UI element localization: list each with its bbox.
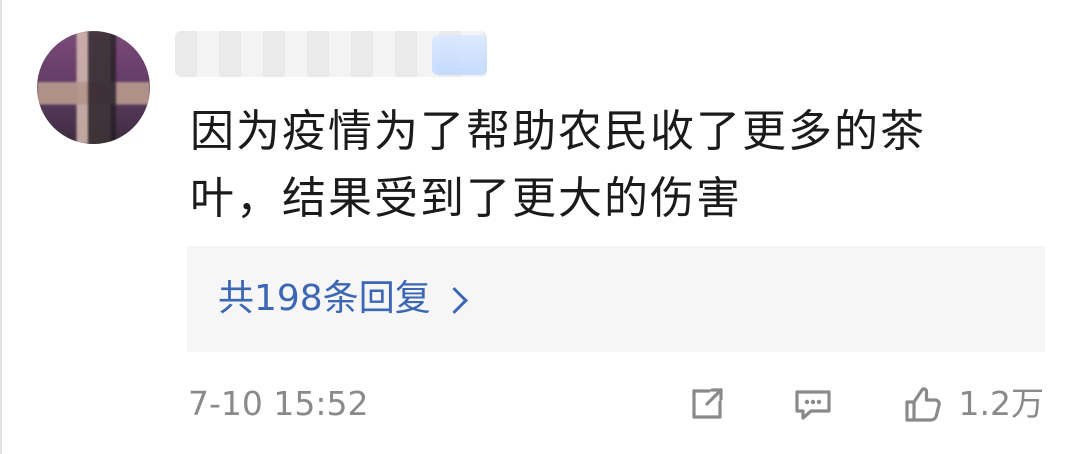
share-icon — [685, 382, 729, 426]
user-badge-blurred — [432, 35, 487, 75]
avatar[interactable] — [37, 31, 150, 144]
replies-count-label: 共198条回复 — [218, 278, 431, 319]
share-button[interactable] — [685, 382, 729, 426]
like-button[interactable]: 1.2万 — [897, 380, 1044, 428]
left-edge-divider — [0, 0, 2, 454]
comment-button[interactable] — [789, 382, 837, 426]
likes-count: 1.2万 — [958, 384, 1044, 423]
thumb-up-icon — [897, 380, 945, 428]
comment-icon — [789, 382, 837, 426]
username-blurred[interactable] — [175, 31, 487, 77]
comment-timestamp: 7-10 15:52 — [188, 384, 369, 423]
view-replies-link[interactable]: 共198条回复 — [218, 276, 468, 322]
avatar-pixelation — [37, 31, 150, 144]
replies-panel[interactable]: 共198条回复 — [187, 246, 1045, 352]
comment-actions: 1.2万 — [685, 378, 1044, 430]
comment-text: 因为疫情为了帮助农民收了更多的茶 叶，结果受到了更大的伤害 — [190, 106, 926, 224]
chevron-right-icon — [440, 286, 468, 314]
